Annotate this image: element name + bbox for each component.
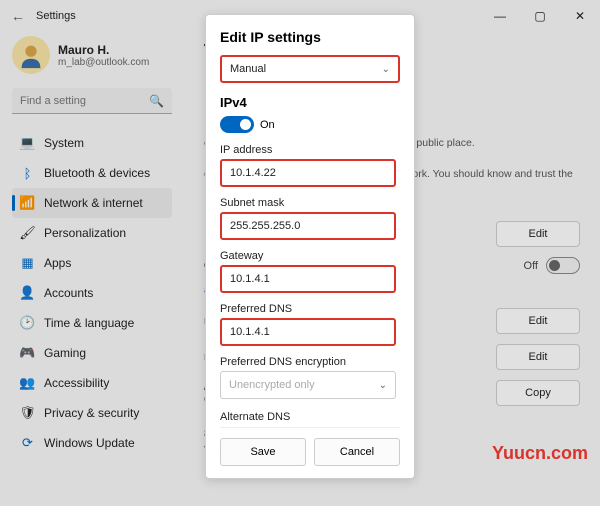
cancel-button[interactable]: Cancel [314,438,400,466]
sidebar-item-label: Apps [44,256,71,270]
user-email: m_lab@outlook.com [58,57,149,68]
subnet-input[interactable] [220,212,396,240]
sidebar-item-personalization[interactable]: 🖌 Personalization [12,218,172,248]
sidebar-item-label: Privacy & security [44,406,139,420]
sidebar-item-system[interactable]: 💻 System [12,128,172,158]
sidebar-item-label: Gaming [44,346,86,360]
dns-encryption-value: Unencrypted only [229,379,315,391]
window-caption: Settings [36,10,76,22]
sidebar-item-apps[interactable]: ▦ Apps [12,248,172,278]
sidebar-item-update[interactable]: ⟳ Windows Update [12,428,172,458]
gateway-input[interactable] [220,265,396,293]
gateway-label: Gateway [220,250,396,262]
apps-icon: ▦ [20,256,35,271]
minimize-button[interactable]: — [480,0,520,32]
personalization-icon: 🖌 [20,226,35,241]
sidebar-item-label: Accessibility [44,376,109,390]
sidebar-item-label: Time & language [44,316,134,330]
sidebar-item-network[interactable]: 📶 Network & internet [12,188,172,218]
search-icon: 🔍 [149,94,164,108]
accessibility-icon: 👥 [20,376,35,391]
search-input[interactable] [12,88,172,114]
back-button[interactable]: ← [6,8,30,24]
system-icon: 💻 [20,136,35,151]
metered-state: Off [524,260,538,272]
dns-edit-button[interactable]: Edit [496,344,580,370]
ipv4-toggle[interactable] [220,116,254,133]
dns-encryption-select[interactable]: Unencrypted only ⌄ [220,371,396,399]
ipv4-heading: IPv4 [220,95,396,110]
gaming-icon: 🎮 [20,346,35,361]
sidebar-item-label: Personalization [44,226,126,240]
copy-button[interactable]: Copy [496,380,580,406]
edit-button[interactable]: Edit [496,221,580,247]
metered-toggle[interactable] [546,257,580,274]
alt-dns-label: Alternate DNS [220,411,396,421]
ip-label: IP address [220,144,396,156]
bluetooth-icon: ᛒ [20,166,35,181]
sidebar-item-gaming[interactable]: 🎮 Gaming [12,338,172,368]
sidebar-item-accessibility[interactable]: 👥 Accessibility [12,368,172,398]
sidebar-item-bluetooth[interactable]: ᛒ Bluetooth & devices [12,158,172,188]
sidebar-item-label: Network & internet [44,196,143,210]
subnet-label: Subnet mask [220,197,396,209]
time-icon: 🕑 [20,316,35,331]
ip-mode-select[interactable]: Manual ⌄ [220,55,400,83]
avatar [12,36,50,74]
sidebar-item-time[interactable]: 🕑 Time & language [12,308,172,338]
update-icon: ⟳ [20,436,35,451]
maximize-button[interactable]: ▢ [520,0,560,32]
ipv4-toggle-state: On [260,119,275,131]
dns-encryption-label: Preferred DNS encryption [220,356,396,368]
sidebar-item-label: Windows Update [44,436,135,450]
sidebar-item-label: Bluetooth & devices [44,166,150,180]
save-button[interactable]: Save [220,438,306,466]
user-name: Mauro H. [58,43,149,57]
dialog-title: Edit IP settings [220,29,400,45]
edit-ip-dialog: Edit IP settings Manual ⌄ IPv4 On IP add… [205,14,415,479]
sidebar-item-label: System [44,136,84,150]
accounts-icon: 👤 [20,286,35,301]
ip-input[interactable] [220,159,396,187]
sidebar-item-label: Accounts [44,286,93,300]
sidebar-item-privacy[interactable]: 🛡 Privacy & security [12,398,172,428]
dns-input[interactable] [220,318,396,346]
chevron-down-icon: ⌄ [379,380,387,391]
network-icon: 📶 [20,196,35,211]
privacy-icon: 🛡 [20,406,35,421]
ip-mode-value: Manual [230,63,266,75]
ip-edit-button[interactable]: Edit [496,308,580,334]
chevron-down-icon: ⌄ [382,64,390,75]
close-button[interactable]: ✕ [560,0,600,32]
dns-label: Preferred DNS [220,303,396,315]
sidebar-item-accounts[interactable]: 👤 Accounts [12,278,172,308]
